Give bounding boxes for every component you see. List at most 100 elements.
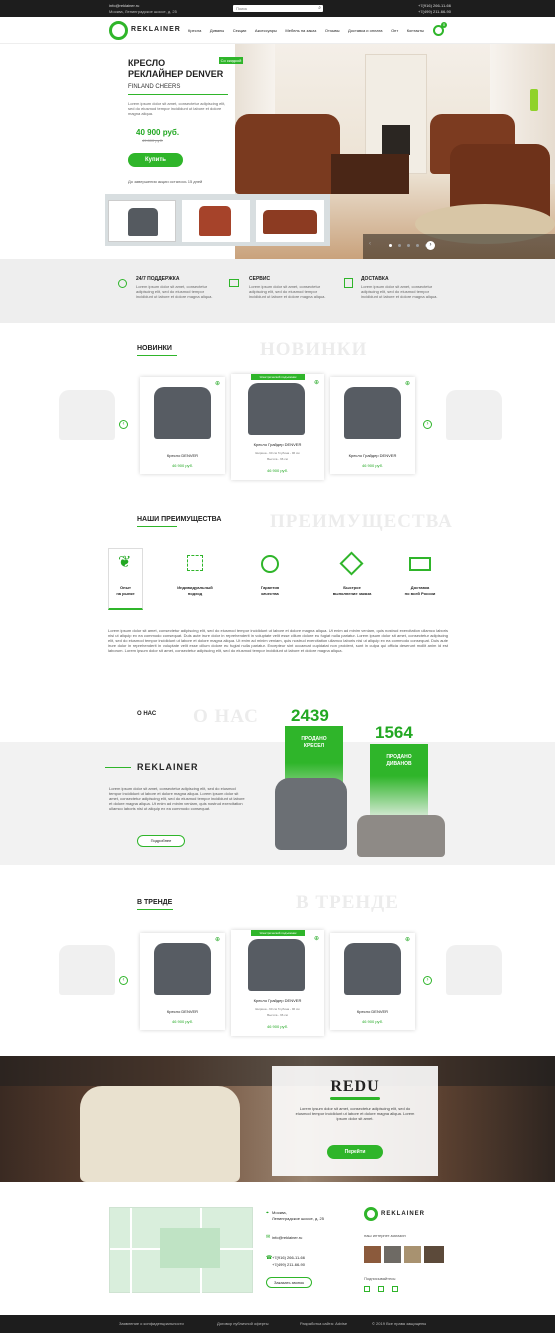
brand-name[interactable]: REKLAINER xyxy=(131,26,181,33)
product-card[interactable]: ⊕ Кресло DENVER 46 900 руб. xyxy=(330,933,415,1030)
topbar-phone2[interactable]: +7(499) 211-66-90 xyxy=(418,9,451,14)
service-icon xyxy=(229,279,239,287)
trend-title: В ТРЕНДЕ xyxy=(137,899,173,906)
search-icon[interactable]: ⌕ xyxy=(318,5,321,11)
logo-icon[interactable] xyxy=(364,1207,378,1221)
contact-phone2[interactable]: +7(499) 211-66-90 xyxy=(272,1262,305,1267)
cart-icon[interactable]: ⊕ xyxy=(405,937,410,944)
advantage-personal[interactable]: Индивидуальный подход xyxy=(165,555,225,600)
nav-item[interactable]: Кресла xyxy=(188,28,201,33)
facebook-icon[interactable] xyxy=(392,1286,398,1292)
nav-item[interactable]: Секции xyxy=(233,28,247,33)
nav-item[interactable]: Доставка и оплата xyxy=(348,28,383,33)
cart-icon[interactable]: 0 xyxy=(433,22,447,36)
news-watermark: НОВИНКИ xyxy=(260,339,368,360)
nav-item[interactable]: Контакты xyxy=(407,28,424,33)
contact-phone1[interactable]: +7(916) 266-11-66 xyxy=(272,1255,305,1260)
gallery-thumb[interactable] xyxy=(404,1246,421,1263)
product-card[interactable]: ⊕ Кресло DENVER 46 900 руб. xyxy=(140,933,225,1030)
product-card[interactable]: Электрический подъёмник ⊕ Кресло Грайдер… xyxy=(231,374,324,480)
slider-dot[interactable] xyxy=(407,244,410,247)
truck-icon xyxy=(409,557,431,571)
cart-icon[interactable]: ⊕ xyxy=(405,381,410,388)
advantage-label: Опыт xyxy=(120,585,131,590)
social-label: Подписывайтесь: xyxy=(364,1276,397,1281)
prev-arrow-icon[interactable]: ‹ xyxy=(369,241,371,248)
vk-icon[interactable] xyxy=(378,1286,384,1292)
contact-email[interactable]: info@reklainer.ru xyxy=(272,1235,302,1240)
product-name[interactable]: Кресло Грайдер DENVER xyxy=(231,998,324,1003)
search-input[interactable]: Поиск ⌕ xyxy=(233,5,323,12)
product-card[interactable]: ⊕ Кресло DENVER 46 900 руб. xyxy=(140,377,225,474)
cart-icon[interactable]: ⊕ xyxy=(314,936,319,943)
topbar-phone1[interactable]: +7(916) 266-11-66 xyxy=(418,3,451,8)
product-name[interactable]: Кресло DENVER xyxy=(140,1009,225,1014)
gallery-thumb[interactable] xyxy=(424,1246,444,1263)
buy-button[interactable]: Купить xyxy=(128,153,183,167)
product-name[interactable]: Кресло DENVER xyxy=(140,453,225,458)
advantage-fast[interactable]: Быстрое выполнение заказа xyxy=(322,551,382,600)
footer-link[interactable]: Заявление о конфиденциальности xyxy=(119,1321,184,1326)
more-button[interactable]: Подробнее xyxy=(137,835,185,847)
hero-subtitle: FINLAND CHEERS xyxy=(128,84,181,90)
gallery-thumb[interactable] xyxy=(384,1246,401,1263)
redu-button[interactable]: Перейти xyxy=(327,1145,383,1159)
hero-desc: Lorem ipsum dolor sit amet, consectetur … xyxy=(128,101,226,116)
next-arrow-icon[interactable]: › xyxy=(426,241,435,250)
map[interactable] xyxy=(109,1207,254,1294)
instagram-icon[interactable] xyxy=(364,1286,370,1292)
nav-item[interactable]: Аксессуары xyxy=(255,28,277,33)
site-label[interactable]: наш интернет-магазин xyxy=(364,1233,406,1238)
slider-dot[interactable] xyxy=(416,244,419,247)
product-name[interactable]: Кресло DENVER xyxy=(330,1009,415,1014)
advantage-delivery[interactable]: Доставка по всей России xyxy=(390,555,450,600)
footer-link[interactable]: Разработка сайта: Advise xyxy=(300,1321,347,1326)
advantage-quality[interactable]: Гарантия качества xyxy=(240,555,300,600)
nav-item[interactable]: Опт xyxy=(391,28,398,33)
advantage-label: Гарантия xyxy=(260,585,280,590)
product-card[interactable]: ⊕ Кресло Грайдер DENVER 46 900 руб. xyxy=(330,377,415,474)
redu-banner: REDU Lorem ipsum dolor sit amet, consect… xyxy=(0,1056,555,1182)
slider-dot[interactable] xyxy=(398,244,401,247)
map-road xyxy=(130,1208,132,1294)
person-icon xyxy=(187,555,203,571)
nav-item[interactable]: Отзывы xyxy=(325,28,340,33)
advantage-label: Доставка xyxy=(410,585,430,590)
product-card[interactable]: Электрический подъёмник ⊕ Кресло Грайдер… xyxy=(231,930,324,1036)
advantage-experience[interactable]: ❦ Опыт на рынке xyxy=(108,548,143,610)
product-name[interactable]: Кресло Грайдер DENVER xyxy=(231,442,324,447)
slider-dot[interactable] xyxy=(389,244,392,247)
footer-brand: REKLAINER xyxy=(381,1211,426,1217)
footer-link[interactable]: Договор публичной оферты xyxy=(217,1321,269,1326)
search-placeholder: Поиск xyxy=(236,6,248,11)
prev-arrow-icon[interactable]: ‹ xyxy=(119,420,128,429)
location-icon: ⌖ xyxy=(266,1210,269,1216)
next-arrow-icon[interactable]: › xyxy=(423,976,432,985)
slider-bar: ‹ › xyxy=(363,234,555,259)
main-nav: REKLAINER Кресла Диваны Секции Аксессуар… xyxy=(0,17,555,44)
thumb-2[interactable] xyxy=(182,200,250,242)
logo-icon[interactable] xyxy=(109,21,128,40)
stat-sofas-bar: ПРОДАНО ДИВАНОВ xyxy=(370,744,428,824)
advantages-watermark: ПРЕИМУЩЕСТВА xyxy=(270,511,453,532)
cart-icon[interactable]: ⊕ xyxy=(215,937,220,944)
product-name[interactable]: Кресло Грайдер DENVER xyxy=(330,453,415,458)
product-badge: Электрический подъёмник xyxy=(251,930,305,936)
gallery-thumb[interactable] xyxy=(364,1246,381,1263)
prev-arrow-icon[interactable]: ‹ xyxy=(119,976,128,985)
callback-button[interactable]: Заказать звонок xyxy=(266,1277,312,1288)
cart-icon[interactable]: ⊕ xyxy=(314,380,319,387)
cart-icon[interactable]: ⊕ xyxy=(215,381,220,388)
next-arrow-icon[interactable]: › xyxy=(423,420,432,429)
thumb-1[interactable] xyxy=(108,200,176,242)
armchair-icon xyxy=(344,943,401,995)
laurel-icon: ❦ xyxy=(118,554,132,571)
stat-label: КРЕСЕЛ xyxy=(303,743,325,749)
cream-armchair xyxy=(80,1086,240,1182)
thumb-3[interactable] xyxy=(256,200,324,242)
topbar-email[interactable]: info@reklainer.ru xyxy=(109,3,139,8)
about-text: Lorem ipsum dolor sit amet, consectetur … xyxy=(109,786,245,811)
stat-chairs-number: 2439 xyxy=(291,706,329,725)
nav-item[interactable]: Мебель на заказ xyxy=(285,28,316,33)
nav-item[interactable]: Диваны xyxy=(210,28,224,33)
